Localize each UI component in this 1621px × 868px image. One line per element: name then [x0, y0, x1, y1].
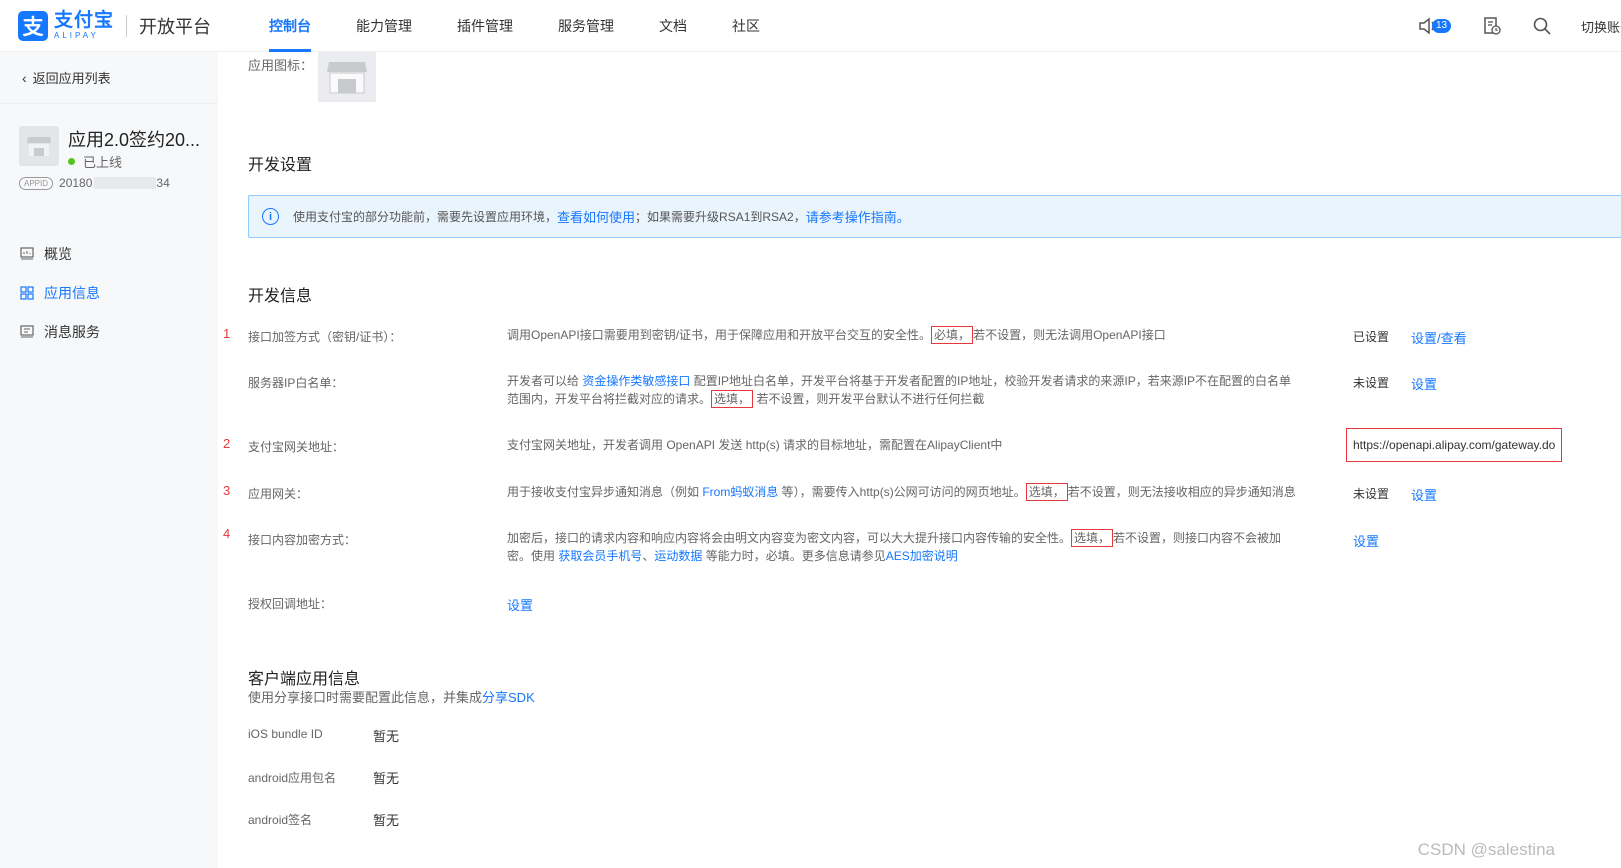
notification-count-badge: 13 — [1432, 19, 1452, 33]
message-icon — [20, 325, 34, 339]
logo-chinese-text: 支付宝 — [54, 10, 115, 31]
alipay-gateway-url[interactable]: https://openapi.alipay.com/gateway.do — [1346, 428, 1563, 462]
alipay-gateway-label: 支付宝网关地址： — [248, 440, 345, 454]
environment-notice: i 使用支付宝的部分功能前，需要先设置应用环境， 查看如何使用 ；如果需要升级R… — [248, 195, 1621, 238]
alipay-logo-mark: 支 — [18, 10, 48, 41]
top-navigation-bar: 支 支付宝 ALIPAY 开放平台 控制台 能力管理 插件管理 服务管理 文档 … — [0, 0, 1621, 52]
annotation-number-3: 3 — [223, 483, 231, 498]
ios-bundle-id-value: 暂无 — [373, 729, 400, 744]
app-icon-image — [318, 52, 376, 102]
sidebar-item-message-service[interactable]: 消息服务 — [0, 312, 218, 351]
ip-whitelist-status: 未设置 — [1353, 376, 1390, 390]
android-package-value: 暂无 — [373, 771, 400, 786]
ip-whitelist-label: 服务器IP白名单： — [248, 376, 344, 390]
sidebar: ‹ 返回应用列表 应用2.0签约20... 已上线 APPID 20180 34… — [0, 52, 218, 868]
search-icon[interactable] — [1531, 15, 1553, 37]
optional-mark: 选填， — [711, 390, 754, 408]
appid-masked-region — [94, 177, 157, 189]
optional-mark: 选填， — [1071, 529, 1114, 547]
info-icon: i — [262, 208, 279, 225]
client-app-info-description: 使用分享接口时需要配置此信息，并集成分享SDK — [248, 690, 535, 705]
online-status-dot — [68, 158, 75, 165]
platform-name: 开放平台 — [139, 16, 212, 37]
sign-method-status: 已设置 — [1353, 330, 1390, 344]
ip-whitelist-set-button[interactable]: 设置 — [1411, 374, 1437, 393]
nav-capability-management[interactable]: 能力管理 — [356, 0, 412, 52]
csdn-watermark: CSDN @salestina — [1417, 840, 1555, 859]
app-status: 已上线 — [68, 152, 122, 171]
required-mark: 必填， — [931, 326, 974, 344]
how-to-use-link[interactable]: 查看如何使用 — [557, 207, 635, 226]
member-phone-link[interactable]: 获取会员手机号 — [558, 549, 642, 563]
nav-service-management[interactable]: 服务管理 — [558, 0, 614, 52]
optional-mark: 选填， — [1025, 483, 1068, 501]
android-signature-label: android签名 — [248, 813, 313, 827]
app-icon-label: 应用图标： — [248, 58, 314, 73]
logo-divider — [126, 14, 128, 37]
sidebar-item-app-info[interactable]: 应用信息 — [0, 273, 218, 312]
auth-callback-set-button[interactable]: 设置 — [507, 595, 533, 614]
app-gateway-set-button[interactable]: 设置 — [1411, 485, 1437, 504]
dashboard-icon — [20, 247, 34, 261]
appid-suffix: 34 — [156, 176, 170, 190]
android-package-label: android应用包名 — [248, 771, 337, 785]
appid-prefix: 20180 — [59, 176, 93, 190]
android-signature-value: 暂无 — [373, 813, 400, 828]
aes-encryption-doc-link[interactable]: AES加密说明 — [886, 549, 958, 563]
app-gateway-status: 未设置 — [1353, 487, 1390, 501]
sign-method-set-view-button[interactable]: 设置/查看 — [1411, 328, 1467, 347]
ios-bundle-id-label: iOS bundle ID — [248, 727, 323, 741]
app-gateway-label: 应用网关： — [248, 487, 309, 501]
nav-community[interactable]: 社区 — [732, 0, 760, 52]
sidebar-menu: 概览 应用信息 消息服务 — [0, 234, 218, 351]
sensitive-api-link[interactable]: 资金操作类敏感接口 — [582, 374, 690, 388]
dev-info-title: 开发信息 — [248, 288, 313, 305]
grid-icon — [20, 285, 34, 300]
app-thumbnail-icon — [19, 126, 59, 166]
main-nav: 控制台 能力管理 插件管理 服务管理 文档 社区 — [269, 0, 805, 52]
sports-data-link[interactable]: 运动数据 — [654, 549, 702, 563]
annotation-number-4: 4 — [223, 526, 231, 541]
nav-plugin-management[interactable]: 插件管理 — [457, 0, 513, 52]
alipay-logo[interactable]: 支 支付宝 ALIPAY 开放平台 — [18, 10, 212, 41]
app-name: 应用2.0签约20... — [68, 130, 201, 150]
sign-method-label: 接口加签方式（密钥/证书）： — [248, 330, 402, 344]
logo-english-text: ALIPAY — [54, 31, 99, 40]
nav-docs[interactable]: 文档 — [659, 0, 687, 52]
sidebar-item-overview[interactable]: 概览 — [0, 234, 218, 273]
nav-console[interactable]: 控制台 — [269, 0, 312, 52]
content-encryption-description: 加密后，接口的请求内容和响应内容将会由明文内容变为密文内容，可以大大提升接口内容… — [507, 529, 1282, 563]
share-sdk-link[interactable]: 分享SDK — [482, 690, 535, 705]
content-encryption-label: 接口内容加密方式： — [248, 533, 357, 547]
chevron-left-icon: ‹ — [22, 69, 27, 86]
annotation-number-1: 1 — [223, 326, 231, 341]
annotation-number-2: 2 — [223, 436, 231, 451]
dev-settings-title: 开发设置 — [248, 157, 313, 174]
client-app-info-title: 客户端应用信息 — [248, 671, 361, 688]
document-clock-icon[interactable] — [1481, 15, 1503, 37]
app-gateway-description: 用于接收支付宝异步通知消息（例如 From蚂蚁消息 等），需要传入http(s)… — [507, 483, 1296, 501]
operation-guide-link[interactable]: 请参考操作指南。 — [806, 207, 910, 226]
sign-method-description: 调用OpenAPI接口需要用到密钥/证书，用于保障应用和开放平台交互的安全性。必… — [507, 326, 1166, 344]
back-link-label: 返回应用列表 — [32, 71, 111, 86]
app-summary-card: 应用2.0签约20... 已上线 APPID 20180 34 — [0, 104, 218, 224]
content-encryption-set-button[interactable]: 设置 — [1353, 531, 1379, 550]
alipay-gateway-description: 支付宝网关地址，开发者调用 OpenAPI 发送 http(s) 请求的目标地址… — [507, 438, 1003, 452]
notification-speaker-icon[interactable]: 13 — [1417, 15, 1452, 37]
ip-whitelist-description: 开发者可以给 资金操作类敏感接口 配置IP地址白名单，开发平台将基于开发者配置的… — [507, 374, 1292, 408]
auth-callback-label: 授权回调地址： — [248, 597, 333, 611]
back-to-app-list-link[interactable]: ‹ 返回应用列表 — [0, 52, 218, 104]
ant-message-link[interactable]: From蚂蚁消息 — [702, 485, 778, 499]
main-content: 应用图标： 开发设置 i 使用支付宝的部分功能前，需要先设置应用环境， 查看如何… — [218, 52, 1621, 868]
appid-tag: APPID — [19, 176, 54, 190]
switch-account-link[interactable]: 切换账号 — [1581, 17, 1621, 36]
appid-row: APPID 20180 34 — [19, 176, 170, 190]
